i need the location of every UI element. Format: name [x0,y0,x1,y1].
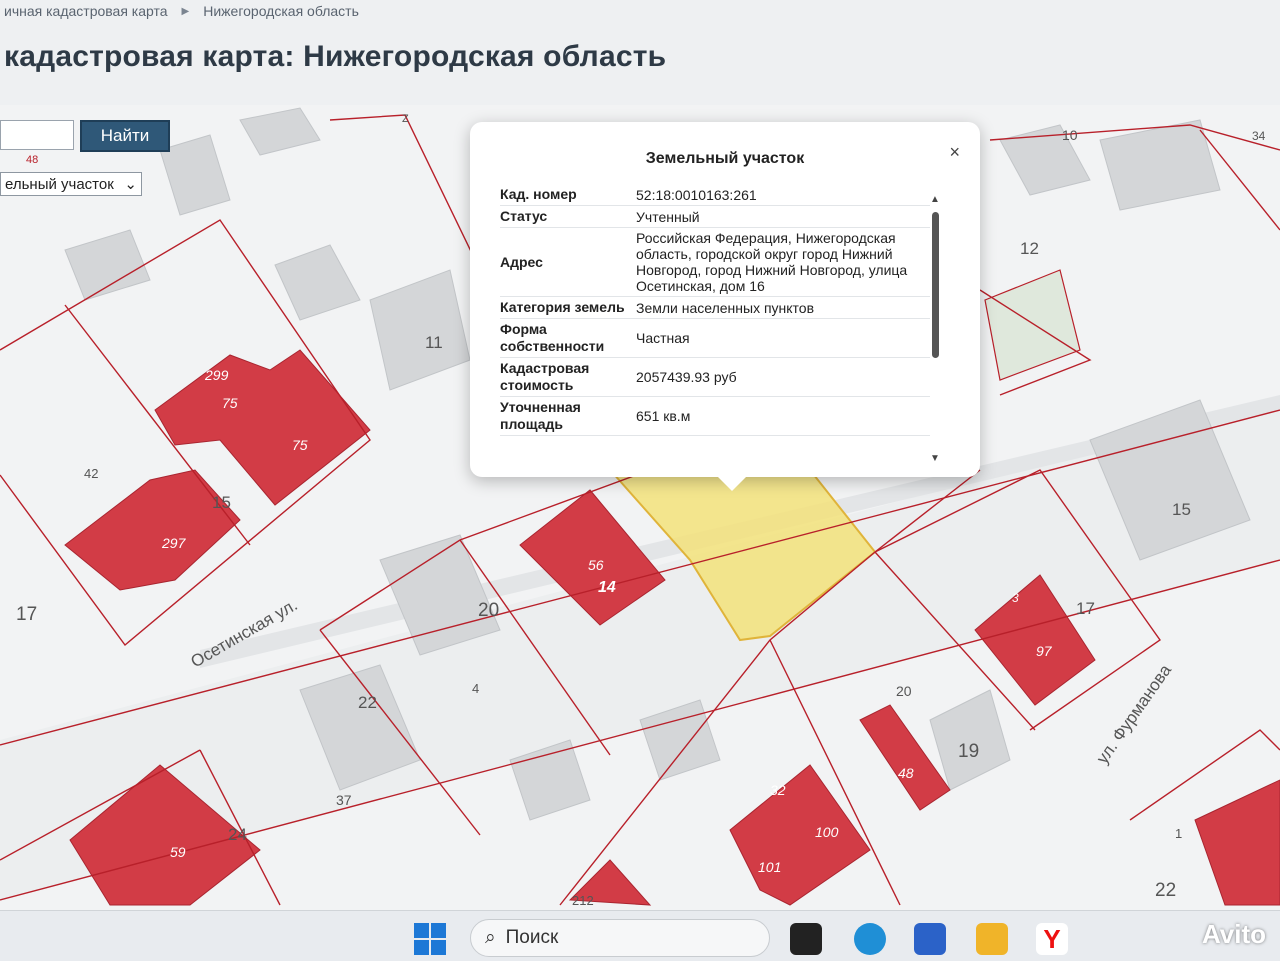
building-number: 59 [170,844,186,860]
attribute-value: Российская Федерация, Нижегородская обла… [636,227,930,297]
parcel-number: 37 [336,792,352,808]
table-row: Адрес Российская Федерация, Нижегородская… [500,227,930,297]
parcel-number: 15 [1172,500,1191,519]
parcel-number: 20 [478,600,499,621]
building-gray [159,134,231,216]
edge-browser-icon[interactable] [854,923,886,955]
parcel-number: 10 [1062,127,1078,143]
file-explorer-icon[interactable] [976,923,1008,955]
search-icon: ⌕ [485,927,496,948]
parcel-number: 48 [26,154,38,166]
parcel-number: 212 [572,893,594,908]
taskbar: ⌕ Поиск Y Avito [0,910,1280,961]
windows-start-icon[interactable] [414,923,446,955]
building-number: 56 [588,557,604,573]
taskbar-search[interactable]: ⌕ Поиск [470,919,770,957]
breadcrumb: ичная кадастровая карта ▶ Нижегородская … [0,0,359,22]
scroll-down-icon[interactable]: ▼ [930,453,940,464]
parcel-number: 11 [425,333,443,352]
attribute-label: Адрес [500,227,636,297]
building-number: 297 [161,535,187,551]
building-gray [239,107,321,156]
attribute-label: Категория земель [500,296,636,319]
breadcrumb-separator-icon: ▶ [181,5,190,17]
building-gray [929,689,1011,791]
building-number: 97 [1036,643,1053,659]
yandex-browser-icon[interactable]: Y [1036,923,1068,955]
table-row: Категория земель Земли населенных пунктов [500,296,930,319]
parcel-number: 17 [16,604,37,625]
parcel-number: 12 [1020,239,1039,258]
chevron-down-icon: ⌄ [124,176,137,193]
parcel-number: Z [402,113,409,125]
search-button[interactable]: Найти [80,120,170,152]
task-view-icon[interactable] [790,923,822,955]
attribute-label: Статус [500,205,636,228]
search-input[interactable] [0,120,74,150]
attribute-value: Земли населенных пунктов [636,296,930,319]
building-red [729,764,871,906]
building-red [1194,779,1280,906]
building-gray [274,244,361,321]
breadcrumb-link-map[interactable]: ичная кадастровая карта [4,3,168,19]
object-type-select[interactable]: ельный участок ⌄ [0,172,142,196]
table-row: Форма собственности Частная [500,318,930,358]
street-label-furmanova: ул. Фурманова [1093,661,1176,768]
table-row: Кадастровая стоимость 2057439.93 руб [500,357,930,397]
building-number: 3 [1012,591,1019,605]
parcel-number: 24 [228,825,247,844]
building-number: 299 [204,367,229,383]
attribute-label: Кад. номер [500,184,636,206]
parcel-number: 34 [1252,129,1266,143]
parcel-number: 17 [1076,599,1095,618]
building-number: 32 [770,782,786,798]
parcel-number: 19 [958,741,979,762]
parcel-boundary [329,114,481,271]
attribute-value: 2057439.93 руб [636,357,930,397]
store-icon[interactable] [914,923,946,955]
building-gray [369,269,471,391]
parcel-number: 42 [84,466,98,481]
avito-watermark: Avito [1201,919,1266,949]
popup-title: Земельный участок [645,150,805,167]
building-number: 75 [222,395,238,411]
parcel-number: 22 [358,693,377,712]
taskbar-search-label: Поиск [505,927,559,948]
parcel-info-popup: Земельный участок × Кад. номер 52:18:0010… [470,122,980,491]
page-title: кадастровая карта: Нижегородская область [4,40,667,73]
table-row: Кад. номер 52:18:0010163:261 [500,184,930,206]
attribute-value: Учтенный [636,205,930,228]
attribute-value: 52:18:0010163:261 [636,184,930,206]
table-row: Статус Учтенный [500,205,930,228]
attribute-label: Кадастровая стоимость [500,357,636,397]
building-number: 101 [758,859,781,875]
scroll-thumb[interactable] [932,212,939,358]
building-red [64,469,241,591]
breadcrumb-current: Нижегородская область [203,3,359,19]
attribute-label: Уточненная площадь [500,396,636,436]
search-bar: Найти [0,120,170,152]
attribute-value: 651 кв.м [636,396,930,436]
parcel-attributes-table: Кад. номер 52:18:0010163:261 Статус Учтенн… [500,184,930,436]
building-number: 14 [598,579,616,596]
attribute-value: Частная [636,318,930,358]
building-number: 100 [815,824,839,840]
building-number: 48 [898,765,914,781]
popup-scrollbar[interactable]: ▲ ▼ [930,194,940,464]
building-number: 75 [292,437,308,453]
object-type-value: ельный участок [5,175,114,193]
park-area [984,269,1081,381]
parcel-number: 20 [896,683,912,699]
attribute-label: Форма собственности [500,318,636,358]
close-icon[interactable]: × [949,142,960,163]
building-gray [64,229,151,301]
scroll-up-icon[interactable]: ▲ [930,194,940,205]
parcel-number: 15 [212,493,231,512]
parcel-number: 4 [472,681,479,696]
table-row: Уточненная площадь 651 кв.м [500,396,930,436]
parcel-number: 1 [1175,826,1182,841]
parcel-number: 22 [1155,880,1176,901]
